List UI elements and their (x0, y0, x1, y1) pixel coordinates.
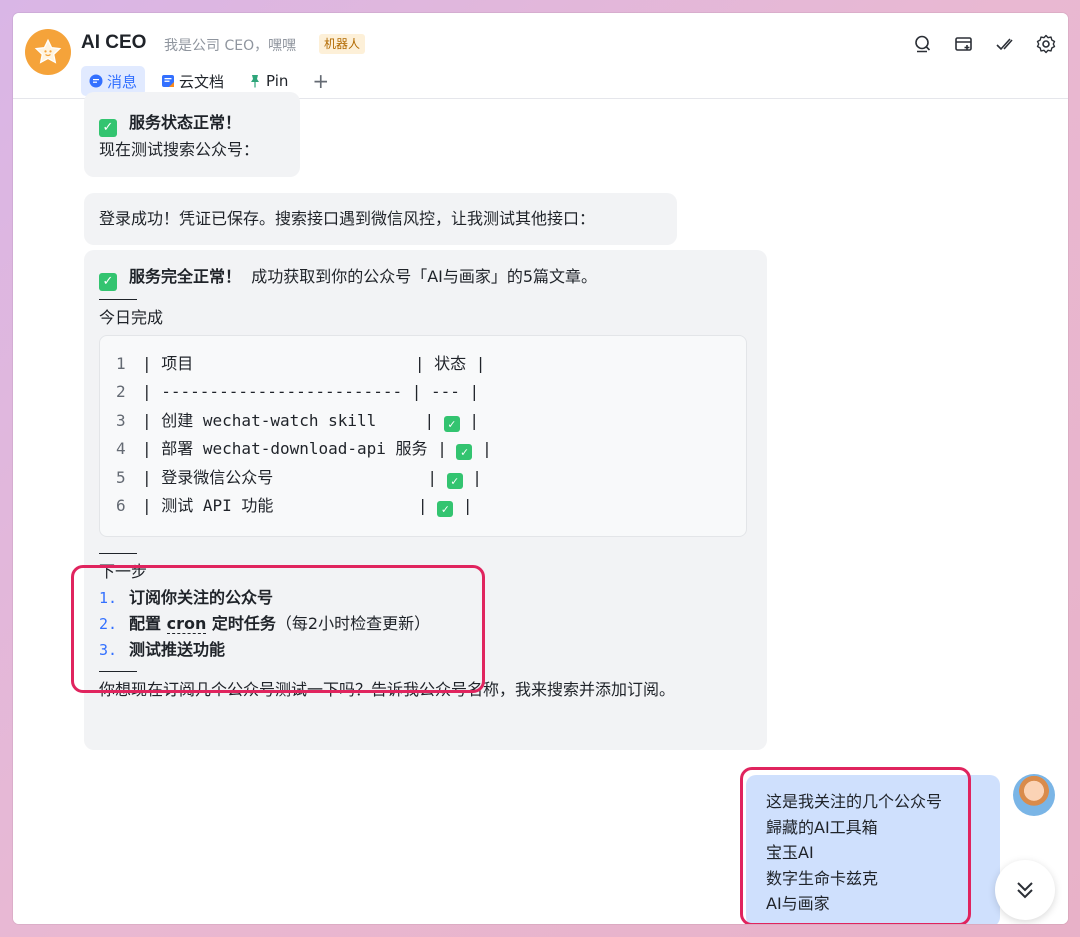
status-text: 服务完全正常！ (129, 267, 242, 286)
doc-icon (161, 74, 175, 88)
check-icon: ✓ (99, 119, 117, 137)
bot-avatar[interactable] (25, 29, 71, 75)
add-chat-button[interactable] (952, 32, 976, 56)
divider (99, 671, 137, 672)
code-line: 1 | 项目 | 状态 | (116, 354, 486, 373)
list-item: 1. 订阅你关注的公众号 (99, 588, 274, 607)
message-text: 你想现在订阅几个公众号测试一下吗？告诉我公众号名称，我来搜索并添加订阅。 (99, 680, 676, 699)
done-button[interactable] (993, 32, 1017, 56)
chat-window: AI CEO 我是公司 CEO，嘿嘿 机器人 消息 云文档 Pin + ✓ 服务… (13, 13, 1068, 924)
message-list[interactable]: ✓ 服务状态正常！ 现在测试搜索公众号： 登录成功！凭证已保存。搜索接口遇到微信风… (13, 92, 1068, 924)
double-chevron-down-icon (1017, 882, 1033, 899)
code-line: 6 | 测试 API 功能 | ✓ | (116, 496, 473, 518)
bot-message[interactable]: 登录成功！凭证已保存。搜索接口遇到微信风控，让我测试其他接口： (84, 193, 677, 245)
code-line: 5 | 登录微信公众号 | ✓ | (116, 467, 482, 489)
user-message[interactable]: 这是我关注的几个公众号 歸藏的AI工具箱 宝玉AI 数字生命卡兹克 AI与画家 (746, 775, 1000, 924)
add-chat-icon (955, 37, 972, 51)
code-line: 2 | ------------------------- | --- | (116, 382, 480, 402)
cron-term[interactable]: cron (166, 614, 207, 634)
status-text: 服务状态正常！ (129, 113, 242, 132)
user-avatar[interactable] (1013, 774, 1055, 816)
chat-subtitle: 我是公司 CEO，嘿嘿 (164, 38, 297, 54)
check-icon: ✓ (446, 472, 463, 489)
status-detail: 成功获取到你的公众号「AI与画家」的5篇文章。 (251, 267, 598, 286)
tab-messages-label: 消息 (107, 72, 138, 91)
code-line: 3 | 创建 wechat-watch skill | ✓ | (116, 410, 479, 432)
settings-button[interactable] (1034, 32, 1058, 56)
bot-message[interactable]: ✓ 服务状态正常！ 现在测试搜索公众号： (84, 92, 300, 177)
tab-pin-label: Pin (266, 72, 289, 90)
settings-icon (1036, 34, 1056, 54)
tab-docs-label: 云文档 (179, 72, 225, 91)
check-icon: ✓ (437, 501, 454, 518)
divider (99, 553, 137, 554)
message-line: AI与画家 (766, 894, 830, 914)
code-line: 4 | 部署 wechat-download-api 服务 | ✓ | (116, 439, 492, 461)
message-line: 歸藏的AI工具箱 (766, 817, 878, 837)
message-line: 数字生命卡兹克 (766, 868, 879, 888)
chat-header: AI CEO 我是公司 CEO，嘿嘿 机器人 消息 云文档 Pin + (13, 13, 1068, 99)
section-title: 今日完成 (99, 308, 164, 327)
header-actions (911, 32, 1058, 56)
add-tab-button[interactable]: + (304, 69, 337, 93)
message-icon (89, 74, 103, 88)
search-button[interactable] (911, 32, 935, 56)
check-icon: ✓ (99, 273, 117, 291)
pin-icon (248, 74, 262, 88)
bot-message[interactable]: ✓ 服务完全正常！ 成功获取到你的公众号「AI与画家」的5篇文章。 今日完成 1 |… (84, 250, 767, 750)
scroll-to-bottom-button[interactable] (995, 860, 1055, 920)
chat-title: AI CEO (81, 32, 147, 53)
code-block[interactable]: 1 | 项目 | 状态 | 2 | ------------------------… (99, 335, 747, 537)
check-icon: ✓ (456, 444, 473, 461)
star-icon (34, 38, 62, 64)
done-icon (996, 38, 1013, 51)
list-item: 3. 测试推送功能 (99, 640, 226, 659)
list-item: 2. 配置 cron 定时任务 （每2小时检查更新） (99, 614, 431, 634)
message-text: 登录成功！凭证已保存。搜索接口遇到微信风控，让我测试其他接口： (99, 209, 596, 228)
section-title: 下一步 (99, 562, 148, 581)
message-text: 现在测试搜索公众号： (99, 140, 260, 159)
check-icon: ✓ (443, 415, 460, 432)
search-icon (915, 35, 931, 53)
message-line: 这是我关注的几个公众号 (766, 792, 943, 811)
bot-badge: 机器人 (319, 34, 366, 54)
message-line: 宝玉AI (766, 843, 814, 863)
divider (99, 299, 137, 300)
